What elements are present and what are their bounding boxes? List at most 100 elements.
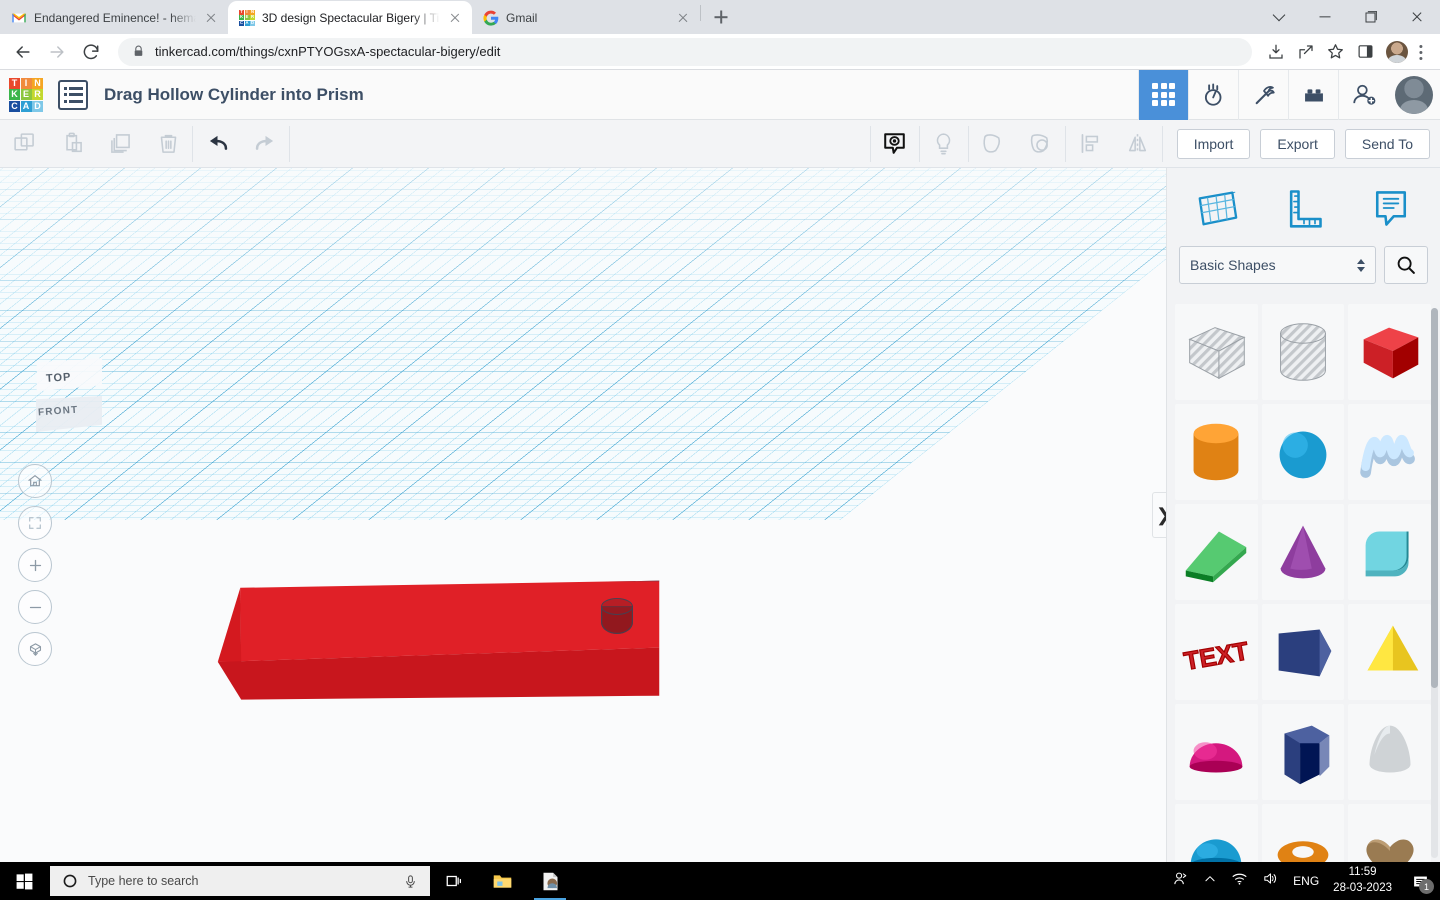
browser-tab-2[interactable]: Gmail [472,1,700,34]
lightbulb-icon[interactable] [920,120,968,168]
home-view-icon[interactable] [18,464,52,498]
taskbar-search[interactable]: Type here to search [50,866,430,896]
language-indicator[interactable]: ENG [1293,874,1319,888]
shape-sphere[interactable] [1261,404,1345,500]
browser-tab-0[interactable]: Endangered Eminence! - hemant [0,1,228,34]
user-avatar[interactable] [1395,75,1433,114]
shape-dome[interactable] [1175,804,1258,862]
view-cube[interactable]: TOP FRONT [26,358,102,438]
task-view-icon[interactable] [430,862,478,900]
shape-category-row: Basic Shapes [1167,242,1440,296]
bookmark-star-icon[interactable] [1322,38,1350,66]
panel-scroll-thumb[interactable] [1431,308,1438,688]
group-icon[interactable] [969,120,1017,168]
duplicate-icon[interactable] [96,120,144,168]
new-tab-button[interactable] [707,3,735,31]
logo-tile: D [32,100,43,112]
notifications-icon[interactable]: 1 [1406,862,1434,900]
shape-category-value: Basic Shapes [1190,257,1276,273]
undo-icon[interactable] [193,120,241,168]
notes-icon[interactable] [1347,180,1434,236]
project-list-icon[interactable] [58,79,88,110]
copy-icon[interactable] [0,120,48,168]
workplane-icon[interactable] [1173,180,1260,236]
address-bar[interactable]: tinkercad.com/things/cxnPTYOGsxA-spectac… [118,37,1252,66]
send-to-button[interactable]: Send To [1344,128,1430,159]
shape-scribble[interactable] [1348,404,1431,500]
delete-icon[interactable] [144,120,192,168]
download-icon[interactable] [1262,38,1290,66]
shape-paraboloid[interactable] [1348,704,1431,800]
restore-icon[interactable] [1348,0,1394,33]
volume-icon[interactable] [1262,870,1279,892]
ruler-icon[interactable] [1260,180,1347,236]
import-button[interactable]: Import [1176,128,1251,159]
fit-to-view-icon[interactable] [18,506,52,540]
start-icon[interactable] [0,862,48,900]
url-text: tinkercad.com/things/cxnPTYOGsxA-spectac… [155,44,501,59]
search-icon[interactable] [1384,246,1428,284]
redo-icon[interactable] [241,120,289,168]
shape-half-sphere[interactable] [1175,704,1258,800]
close-icon[interactable] [675,10,691,26]
shape-box-hole[interactable] [1175,304,1258,400]
browser-menu-icon[interactable] [1410,38,1432,66]
shape-torus[interactable] [1261,804,1345,862]
logo-tile: A [244,19,250,26]
codeblocks-icon[interactable] [1188,69,1238,120]
shape-text[interactable]: TEXT [1175,604,1258,700]
panel-scrollbar[interactable] [1431,308,1438,858]
screen: Endangered Eminence! - hemant TINKERCAD … [0,0,1440,900]
hammer-icon[interactable] [1238,69,1288,120]
brick-icon[interactable] [1288,69,1338,120]
tinkercad-logo[interactable]: TIN KER CAD [0,70,52,120]
perspective-toggle-icon[interactable] [18,632,52,666]
zoom-out-icon[interactable] [18,590,52,624]
shape-box[interactable] [1348,304,1431,400]
side-panel-icon[interactable] [1352,38,1380,66]
minimize-icon[interactable] [1302,0,1348,33]
profile-avatar[interactable] [1386,40,1408,63]
close-icon[interactable] [1394,0,1440,33]
clock[interactable]: 11:59 28-03-2023 [1333,865,1392,896]
visibility-icon[interactable] [871,120,919,168]
tab-divider [700,5,701,21]
file-explorer-icon[interactable] [478,862,526,900]
shape-round-roof[interactable] [1348,504,1431,600]
chrome-window-icon[interactable] [526,862,574,900]
logo-tile: E [20,89,32,100]
3d-viewport[interactable]: TOP FRONT [0,168,1166,862]
zoom-in-icon[interactable] [18,548,52,582]
ungroup-icon[interactable] [1017,120,1065,168]
show-hidden-icons[interactable] [1203,872,1217,891]
shape-cone[interactable] [1261,504,1345,600]
people-icon[interactable] [1172,870,1189,892]
shape-polygon-arrow[interactable] [1261,604,1345,700]
notification-count: 1 [1419,879,1434,894]
shape-heart[interactable] [1348,804,1431,862]
browser-tab-1[interactable]: TINKERCAD 3D design Spectacular Bigery |… [228,1,472,34]
shape-cylinder-hole[interactable] [1261,304,1345,400]
tinkercad-header: TIN KER CAD Drag Hollow Cylinder into Pris… [0,69,1440,120]
paste-icon[interactable] [48,120,96,168]
header-icon-group [1138,69,1440,120]
align-icon[interactable] [1066,120,1114,168]
reload-icon[interactable] [76,37,106,67]
tab-search-icon[interactable] [1256,0,1302,33]
close-icon[interactable] [203,10,219,26]
shape-cylinder[interactable] [1175,404,1258,500]
back-icon[interactable] [8,37,38,67]
shape-pyramid[interactable] [1348,604,1431,700]
grid-apps-icon[interactable] [1138,69,1188,120]
shape-hexagonal-prism[interactable] [1261,704,1345,800]
shape-category-select[interactable]: Basic Shapes [1179,246,1376,284]
export-button[interactable]: Export [1260,128,1335,159]
mirror-icon[interactable] [1114,120,1162,168]
invite-user-icon[interactable] [1338,69,1388,120]
logo-tile: D [250,19,255,26]
shape-wedge[interactable] [1175,504,1258,600]
wifi-icon[interactable] [1231,870,1248,892]
red-prism-object[interactable] [216,580,666,710]
close-icon[interactable] [447,10,463,26]
share-icon[interactable] [1292,38,1320,66]
